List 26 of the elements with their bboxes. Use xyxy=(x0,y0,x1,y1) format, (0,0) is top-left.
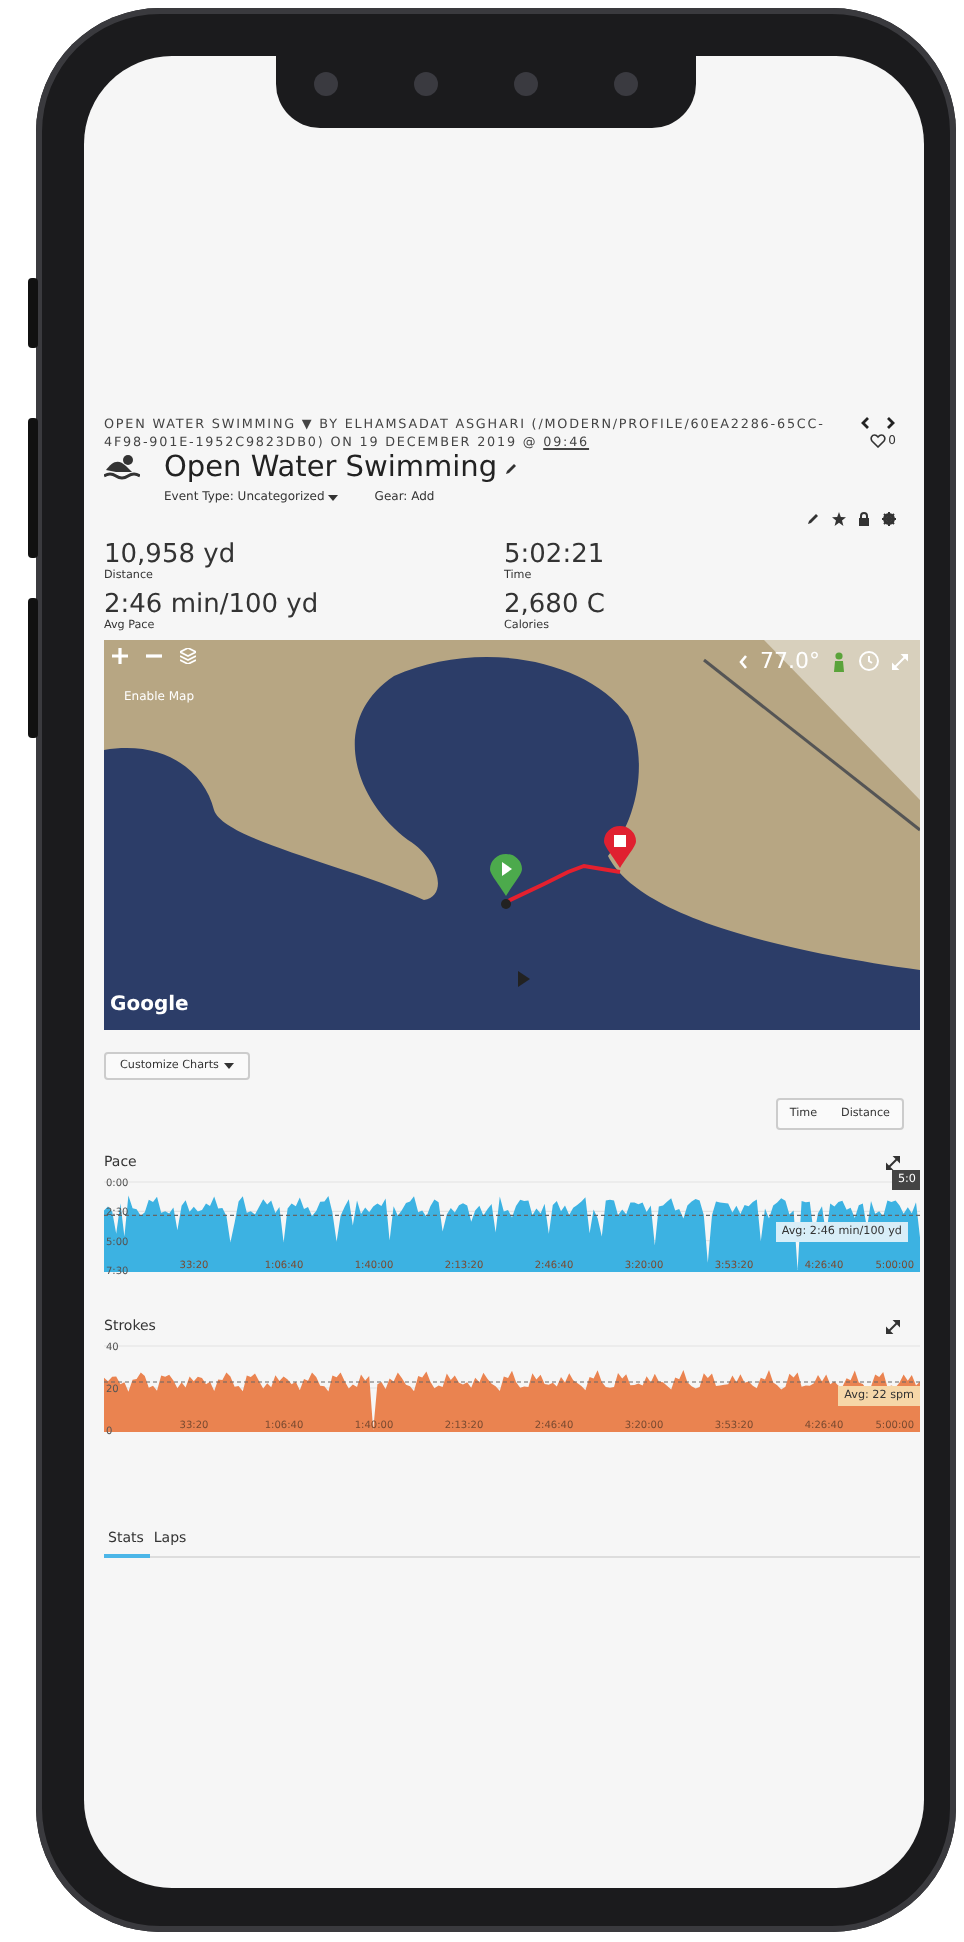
stat-value: 2:46 min/100 yd xyxy=(104,592,321,620)
chevron-right-icon[interactable] xyxy=(886,416,896,430)
camera-icon xyxy=(614,72,638,96)
expand-icon[interactable] xyxy=(886,1320,900,1334)
camera-icon xyxy=(514,72,538,96)
lock-icon[interactable] xyxy=(858,512,870,526)
star-icon[interactable] xyxy=(832,512,846,526)
camera-icon xyxy=(414,72,438,96)
heart-icon[interactable] xyxy=(870,434,887,448)
stop-pin-icon xyxy=(604,826,636,870)
caret-icon[interactable] xyxy=(328,493,339,501)
map-attribution: Google xyxy=(110,994,189,1016)
stat-value: 2,680 C xyxy=(504,592,607,620)
expand-icon[interactable] xyxy=(886,1156,900,1170)
swimmer-icon xyxy=(104,452,140,480)
caret-icon xyxy=(224,1062,235,1070)
settings-icon[interactable] xyxy=(882,512,896,526)
start-pin-icon xyxy=(490,854,522,898)
camera-icon xyxy=(314,72,338,96)
stat-value: 10,958 yd xyxy=(104,542,238,570)
stat-value: 5:02:21 xyxy=(504,542,607,570)
pencil-icon[interactable] xyxy=(503,461,518,475)
chevron-left-icon[interactable] xyxy=(860,416,870,430)
temperature-reading: 77.0° xyxy=(760,648,820,674)
pencil-icon[interactable] xyxy=(806,512,820,526)
activity-title: Open Water Swimming xyxy=(164,452,498,484)
